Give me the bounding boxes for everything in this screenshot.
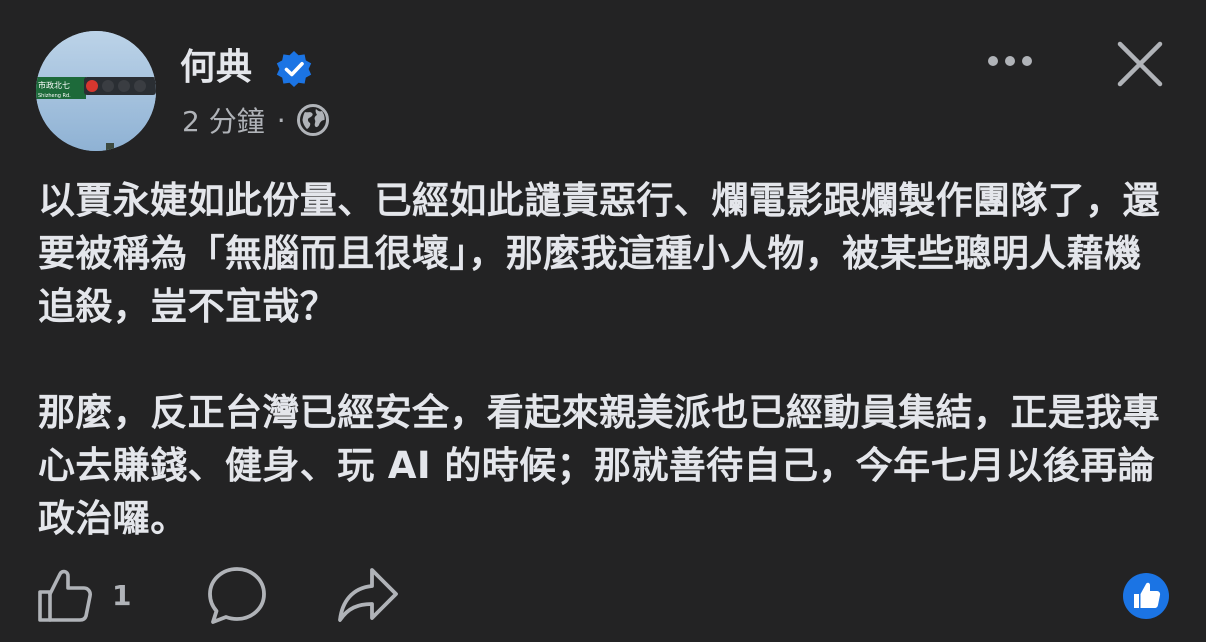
post-timestamp[interactable]: 2 分鐘 <box>182 100 265 140</box>
post-body: 以賈永婕如此份量、已經如此譴責惡行、爛電影跟爛製作團隊了，還要被稱為「無腦而且很… <box>38 174 1173 545</box>
share-icon[interactable] <box>336 564 400 628</box>
traffic-light-photo: 市政北七 Shizheng Rd. <box>36 31 156 151</box>
more-options-dot <box>988 56 998 66</box>
more-options-dot <box>1022 56 1032 66</box>
street-sign-subtext: Shizheng Rd. <box>38 93 71 99</box>
verified-badge-icon <box>276 51 312 87</box>
post-paragraph: 那麼，反正台灣已經安全，看起來親美派也已經動員集結，正是我專心去賺錢、健身、玩 … <box>38 391 1160 540</box>
more-options-button[interactable] <box>980 44 1040 78</box>
thumbs-up-icon <box>38 569 92 622</box>
post-card: 市政北七 Shizheng Rd. 何典 2 分鐘 · 以賈永婕如此份量、已經如… <box>0 0 1206 642</box>
post-action-bar: 1 <box>0 560 1206 630</box>
globe-icon[interactable] <box>296 103 330 137</box>
meta-separator: · <box>276 103 286 137</box>
author-name[interactable]: 何典 <box>180 44 252 92</box>
street-sign-text: 市政北七 <box>38 80 70 90</box>
like-reaction-icon[interactable] <box>1122 572 1170 620</box>
post-meta: 2 分鐘 · <box>182 100 330 140</box>
comment-icon[interactable] <box>205 564 269 628</box>
like-count: 1 <box>112 578 132 612</box>
more-options-dot <box>1005 56 1015 66</box>
like-button[interactable]: 1 <box>36 566 131 624</box>
close-icon[interactable] <box>1112 36 1168 92</box>
author-avatar[interactable]: 市政北七 Shizheng Rd. <box>36 31 156 151</box>
post-paragraph: 以賈永婕如此份量、已經如此譴責惡行、爛電影跟爛製作團隊了，還要被稱為「無腦而且很… <box>38 179 1160 328</box>
